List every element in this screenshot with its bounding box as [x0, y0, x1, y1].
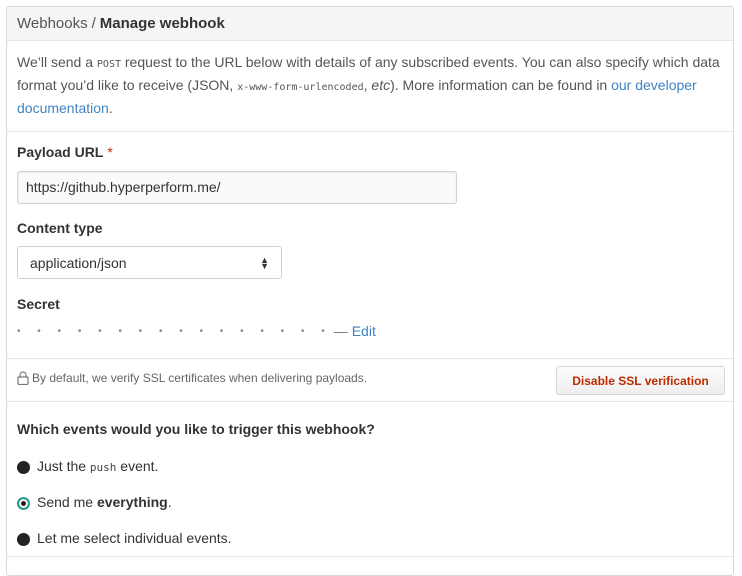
form-urlencoded-code: x-www-form-urlencoded [237, 82, 364, 93]
ssl-note: By default, we verify SSL certificates w… [17, 371, 367, 385]
payload-url-input[interactable]: https://github.hyperperform.me/ [17, 171, 457, 204]
intro-text-part: ). More information can be found in [390, 77, 612, 93]
ssl-note-text: By default, we verify SSL certificates w… [32, 371, 368, 385]
secret-edit-link[interactable]: Edit [352, 323, 376, 339]
secret-masked-value: • • • • • • • • • • • • • • • • [17, 325, 332, 337]
secret-dash: — [333, 323, 348, 339]
secret-row: • • • • • • • • • • • • • • • • — Edit [17, 323, 376, 339]
intro-text: We’ll send a POST request to the URL bel… [7, 41, 733, 132]
option-text: . [167, 493, 172, 510]
radio-individual[interactable] [17, 533, 30, 546]
events-question: Which events would you like to trigger t… [17, 421, 375, 437]
secret-label: Secret [17, 296, 60, 312]
breadcrumb-separator: / [91, 15, 96, 32]
option-text: Send me [37, 493, 97, 510]
ssl-section: By default, we verify SSL certificates w… [7, 358, 733, 402]
option-bold-text: everything [96, 493, 168, 510]
radio-push-label: Just the push event. [37, 458, 158, 474]
radio-option-push[interactable]: Just the push event. [17, 457, 158, 474]
radio-option-individual[interactable]: Let me select individual events. [17, 529, 232, 546]
disable-ssl-button[interactable]: Disable SSL verification [556, 366, 725, 395]
option-text: event. [116, 457, 159, 474]
etc-text: etc [371, 77, 391, 93]
intro-text-part: We’ll send a [17, 54, 97, 70]
webhook-panel: Webhooks / Manage webhook We’ll send a P… [6, 6, 734, 576]
post-code: POST [96, 59, 121, 70]
breadcrumb-webhooks-link[interactable]: Webhooks [17, 15, 88, 32]
option-text: Just the [37, 457, 90, 474]
content-type-selected: application/json [30, 254, 127, 271]
payload-url-label-text: Payload URL [17, 144, 104, 160]
select-arrows-icon: ▲ ▼ [260, 254, 269, 271]
page-title: Manage webhook [99, 15, 225, 32]
radio-everything[interactable] [17, 497, 30, 510]
breadcrumb: Webhooks / Manage webhook [7, 7, 733, 41]
radio-everything-label: Send me everything. [37, 494, 172, 510]
content-type-select[interactable]: application/json ▲ ▼ [17, 246, 282, 279]
payload-url-label: Payload URL * [17, 144, 113, 160]
push-code: push [89, 460, 117, 474]
radio-option-everything[interactable]: Send me everything. [17, 493, 172, 510]
events-section: Which events would you like to trigger t… [7, 403, 733, 557]
required-mark: * [107, 144, 113, 160]
radio-push[interactable] [17, 461, 30, 474]
content-type-label: Content type [17, 220, 103, 236]
lock-icon [17, 371, 29, 385]
radio-individual-label: Let me select individual events. [37, 529, 232, 546]
intro-text-part: . [108, 100, 113, 116]
payload-url-value: https://github.hyperperform.me/ [26, 179, 221, 195]
